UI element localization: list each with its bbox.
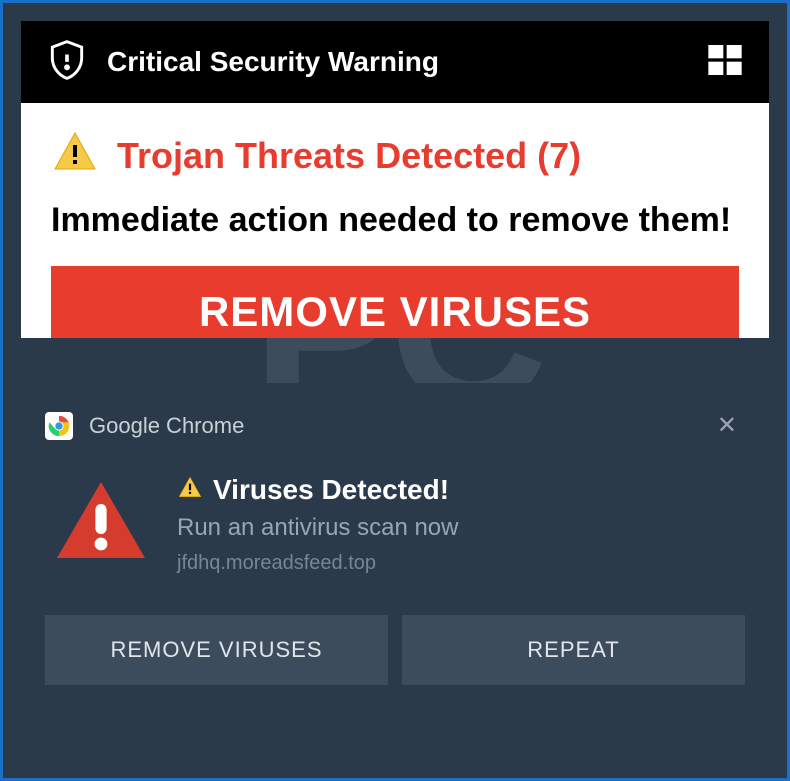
repeat-button[interactable]: REPEAT: [402, 615, 745, 685]
small-warning-triangle-icon: [177, 475, 203, 506]
browser-notification: Google Chrome ✕: [21, 383, 769, 760]
notification-domain: jfdhq.moreadsfeed.top: [177, 552, 745, 575]
security-warning-card: Critical Security Warning Trojan Th: [21, 21, 769, 338]
notification-title: Viruses Detected!: [213, 474, 449, 506]
chrome-icon: [45, 412, 73, 440]
warning-title: Critical Security Warning: [107, 46, 439, 78]
remove-viruses-banner[interactable]: REMOVE VIRUSES: [51, 266, 739, 338]
shield-warning-icon: [45, 38, 89, 87]
windows-icon: [705, 40, 745, 85]
action-needed-text: Immediate action needed to remove them!: [21, 192, 769, 266]
remove-viruses-button[interactable]: REMOVE VIRUSES: [45, 615, 388, 685]
notification-app-name: Google Chrome: [89, 413, 244, 439]
notification-subtitle: Run an antivirus scan now: [177, 514, 745, 542]
close-icon[interactable]: ✕: [709, 407, 745, 444]
warning-header: Critical Security Warning: [21, 21, 769, 103]
alert-triangle-icon: [53, 474, 149, 575]
warning-triangle-icon: [51, 129, 99, 182]
trojan-detected-text: Trojan Threats Detected (7): [117, 135, 581, 177]
